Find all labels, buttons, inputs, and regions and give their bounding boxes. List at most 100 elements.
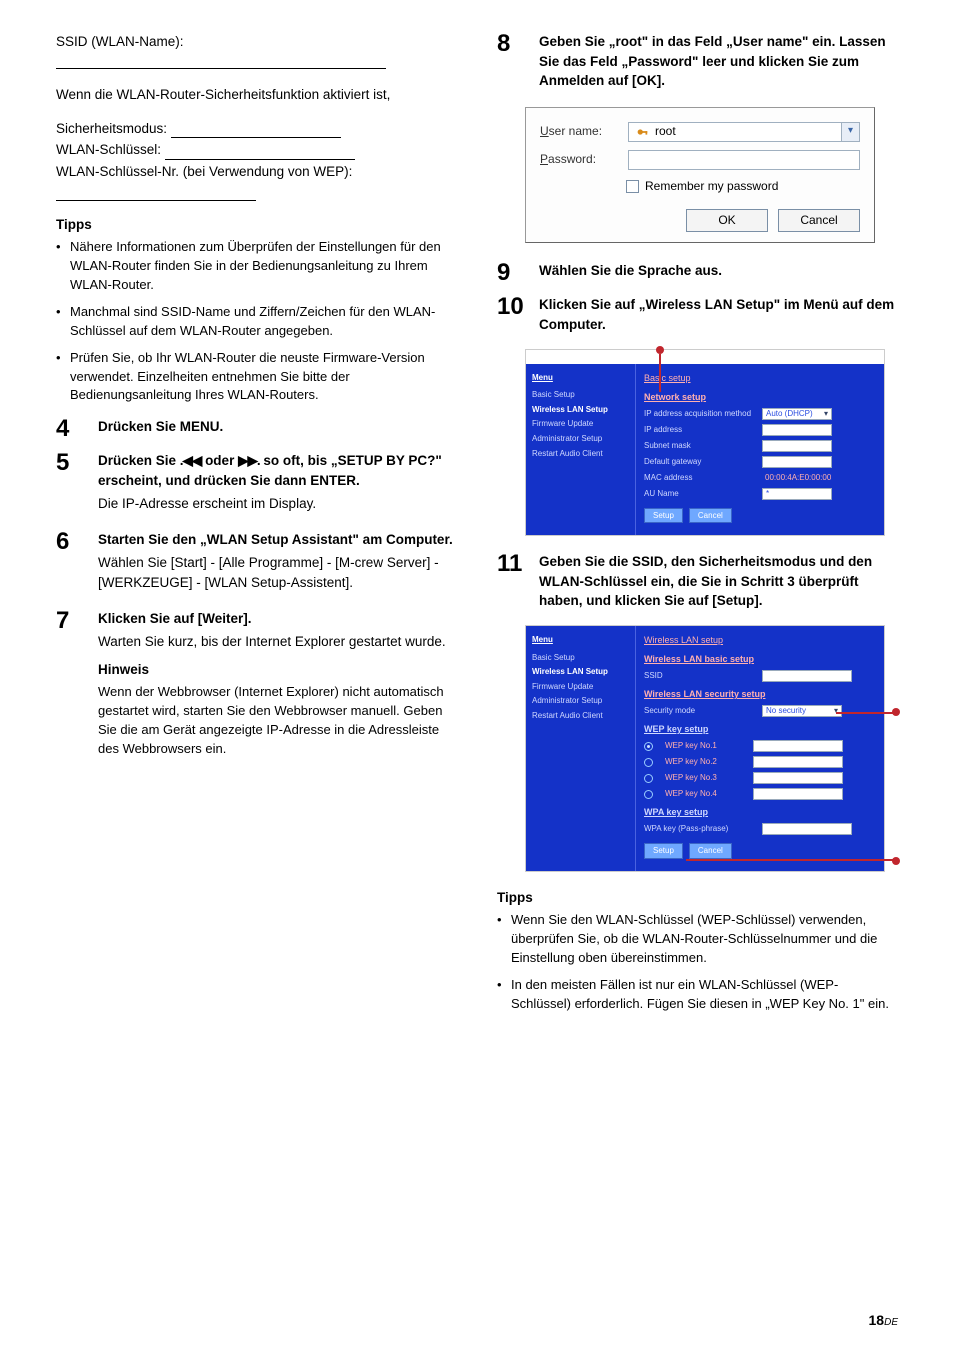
wep-key-2-input[interactable] (753, 756, 843, 768)
router-setup-button[interactable]: Setup (644, 508, 683, 524)
page-number: 18DE (869, 1310, 898, 1331)
tip-item: Manchmal sind SSID-Name und Ziffern/Zeic… (56, 303, 457, 341)
sidebar-item-administrator-setup[interactable]: Administrator Setup (532, 695, 629, 707)
step-number: 4 (56, 417, 86, 441)
ssid-input[interactable] (762, 670, 852, 682)
callout-line (659, 354, 661, 392)
au-name-label: AU Name (644, 488, 754, 500)
wep-key-radio-3[interactable] (644, 774, 653, 783)
step-7-text: Warten Sie kurz, bis der Internet Explor… (98, 632, 457, 652)
step-4: 4 Drücken Sie MENU. (56, 417, 457, 441)
mac-address-value: 00:00:4A:E0:00:00 (762, 472, 862, 484)
key-icon (635, 125, 649, 139)
step-5: 5 Drücken Sie .◀◀ oder ▶▶. so oft, bis „… (56, 451, 457, 520)
ip-acq-label: IP address acquisition method (644, 408, 754, 420)
callout-dot-icon (892, 708, 900, 716)
sidebar-item-basic-setup[interactable]: Basic Setup (532, 652, 629, 664)
security-mode-select[interactable]: No security (762, 705, 842, 717)
router-section-basic: Wireless LAN basic setup (644, 653, 876, 666)
step-number: 7 (56, 609, 86, 633)
wep-key-radio-4[interactable] (644, 790, 653, 799)
hinweis-text: Wenn der Webbrowser (Internet Explorer) … (98, 683, 457, 758)
step-11-title: Geben Sie die SSID, den Sicherheitsmodus… (539, 552, 898, 611)
step-8-title: Geben Sie „root" in das Feld „User name"… (539, 32, 898, 91)
router-cancel-button[interactable]: Cancel (689, 508, 732, 524)
callout-dot-icon (656, 346, 664, 354)
wlan-key-nr-label: WLAN-Schlüssel-Nr. (bei Verwendung von W… (56, 162, 457, 201)
sidebar-item-firmware-update[interactable]: Firmware Update (532, 418, 629, 430)
login-dialog-screenshot: User name: root ▾ Password: Remember my … (525, 107, 875, 244)
ssid-blank-line (56, 56, 386, 70)
default-gateway-input[interactable] (762, 456, 832, 468)
step-10-title: Klicken Sie auf „Wireless LAN Setup" im … (539, 295, 898, 334)
callout-dot-icon (892, 857, 900, 865)
router-section-security: Wireless LAN security setup (644, 688, 876, 701)
router-breadcrumb: Wireless LAN setup (644, 634, 876, 647)
subnet-mask-input[interactable] (762, 440, 832, 452)
wep-key-1-label: WEP key No.1 (665, 740, 745, 752)
router-menu-heading: Menu (532, 634, 629, 646)
step-9: 9 Wählen Sie die Sprache aus. (497, 261, 898, 285)
step-6-title: Starten Sie den „WLAN Setup Assistant" a… (98, 530, 457, 550)
router-security-intro: Wenn die WLAN-Router-Sicherheitsfunktion… (56, 85, 457, 105)
wep-key-radio-1[interactable] (644, 742, 653, 751)
router-basic-setup-screenshot: Menu Basic Setup Wireless LAN Setup Firm… (525, 349, 885, 537)
router-cancel-button[interactable]: Cancel (689, 843, 732, 859)
step-10: 10 Klicken Sie auf „Wireless LAN Setup" … (497, 295, 898, 338)
sidebar-item-firmware-update[interactable]: Firmware Update (532, 681, 629, 693)
security-mode-label: Sicherheitsmodus: (56, 119, 457, 139)
cancel-button[interactable]: Cancel (778, 209, 860, 232)
wep-key-3-input[interactable] (753, 772, 843, 784)
sidebar-item-basic-setup[interactable]: Basic Setup (532, 389, 629, 401)
router-menu-heading: Menu (532, 372, 629, 384)
mac-address-label: MAC address (644, 472, 754, 484)
router-menu-sidebar: Menu Basic Setup Wireless LAN Setup Firm… (526, 626, 636, 871)
ok-button[interactable]: OK (686, 209, 768, 232)
username-input[interactable]: root ▾ (628, 122, 860, 142)
ssid-label: SSID (WLAN-Name): (56, 32, 457, 52)
wpa-key-input[interactable] (762, 823, 852, 835)
hinweis-heading: Hinweis (98, 660, 457, 680)
sidebar-item-wireless-lan-setup[interactable]: Wireless LAN Setup (532, 404, 629, 416)
callout-line (836, 712, 894, 714)
tip-item: In den meisten Fällen ist nur ein WLAN-S… (497, 976, 898, 1014)
ip-address-input[interactable] (762, 424, 832, 436)
step-4-title: Drücken Sie MENU. (98, 417, 457, 437)
username-dropdown-toggle[interactable]: ▾ (841, 123, 859, 141)
step-11: 11 Geben Sie die SSID, den Sicherheitsmo… (497, 552, 898, 615)
security-mode-field-label: Security mode (644, 705, 754, 717)
step-number: 8 (497, 32, 527, 56)
step-7: 7 Klicken Sie auf [Weiter]. Warten Sie k… (56, 609, 457, 765)
router-section-wpa: WPA key setup (644, 806, 876, 819)
callout-line (686, 859, 894, 861)
wlan-key-label: WLAN-Schlüssel: (56, 140, 457, 160)
wep-key-1-input[interactable] (753, 740, 843, 752)
step-7-title: Klicken Sie auf [Weiter]. (98, 609, 457, 629)
step-number: 10 (497, 295, 527, 319)
wep-key-2-label: WEP key No.2 (665, 756, 745, 768)
skip-next-icon: ▶▶. (238, 453, 260, 468)
tip-item: Wenn Sie den WLAN-Schlüssel (WEP-Schlüss… (497, 911, 898, 968)
username-value: root (655, 123, 676, 140)
wep-key-radio-2[interactable] (644, 758, 653, 767)
sidebar-item-restart-audio-client[interactable]: Restart Audio Client (532, 448, 629, 460)
router-section-heading: Network setup (644, 391, 876, 404)
remember-password-checkbox[interactable] (626, 180, 639, 193)
wep-key-4-input[interactable] (753, 788, 843, 800)
sidebar-item-administrator-setup[interactable]: Administrator Setup (532, 433, 629, 445)
sidebar-item-restart-audio-client[interactable]: Restart Audio Client (532, 710, 629, 722)
step-5-text: Die IP-Adresse erscheint im Display. (98, 494, 457, 514)
tipps-heading: Tipps (497, 888, 898, 908)
password-input[interactable] (628, 150, 860, 170)
tipps-list: Nähere Informationen zum Überprüfen der … (56, 238, 457, 405)
step-8: 8 Geben Sie „root" in das Feld „User nam… (497, 32, 898, 95)
au-name-input[interactable]: * (762, 488, 832, 500)
ip-address-label: IP address (644, 424, 754, 436)
wep-key-3-label: WEP key No.3 (665, 772, 745, 784)
step-number: 6 (56, 530, 86, 554)
router-setup-button[interactable]: Setup (644, 843, 683, 859)
sidebar-item-wireless-lan-setup[interactable]: Wireless LAN Setup (532, 666, 629, 678)
ip-acq-select[interactable]: Auto (DHCP) (762, 408, 832, 420)
step-9-title: Wählen Sie die Sprache aus. (539, 261, 898, 281)
username-label: User name: (540, 123, 620, 140)
